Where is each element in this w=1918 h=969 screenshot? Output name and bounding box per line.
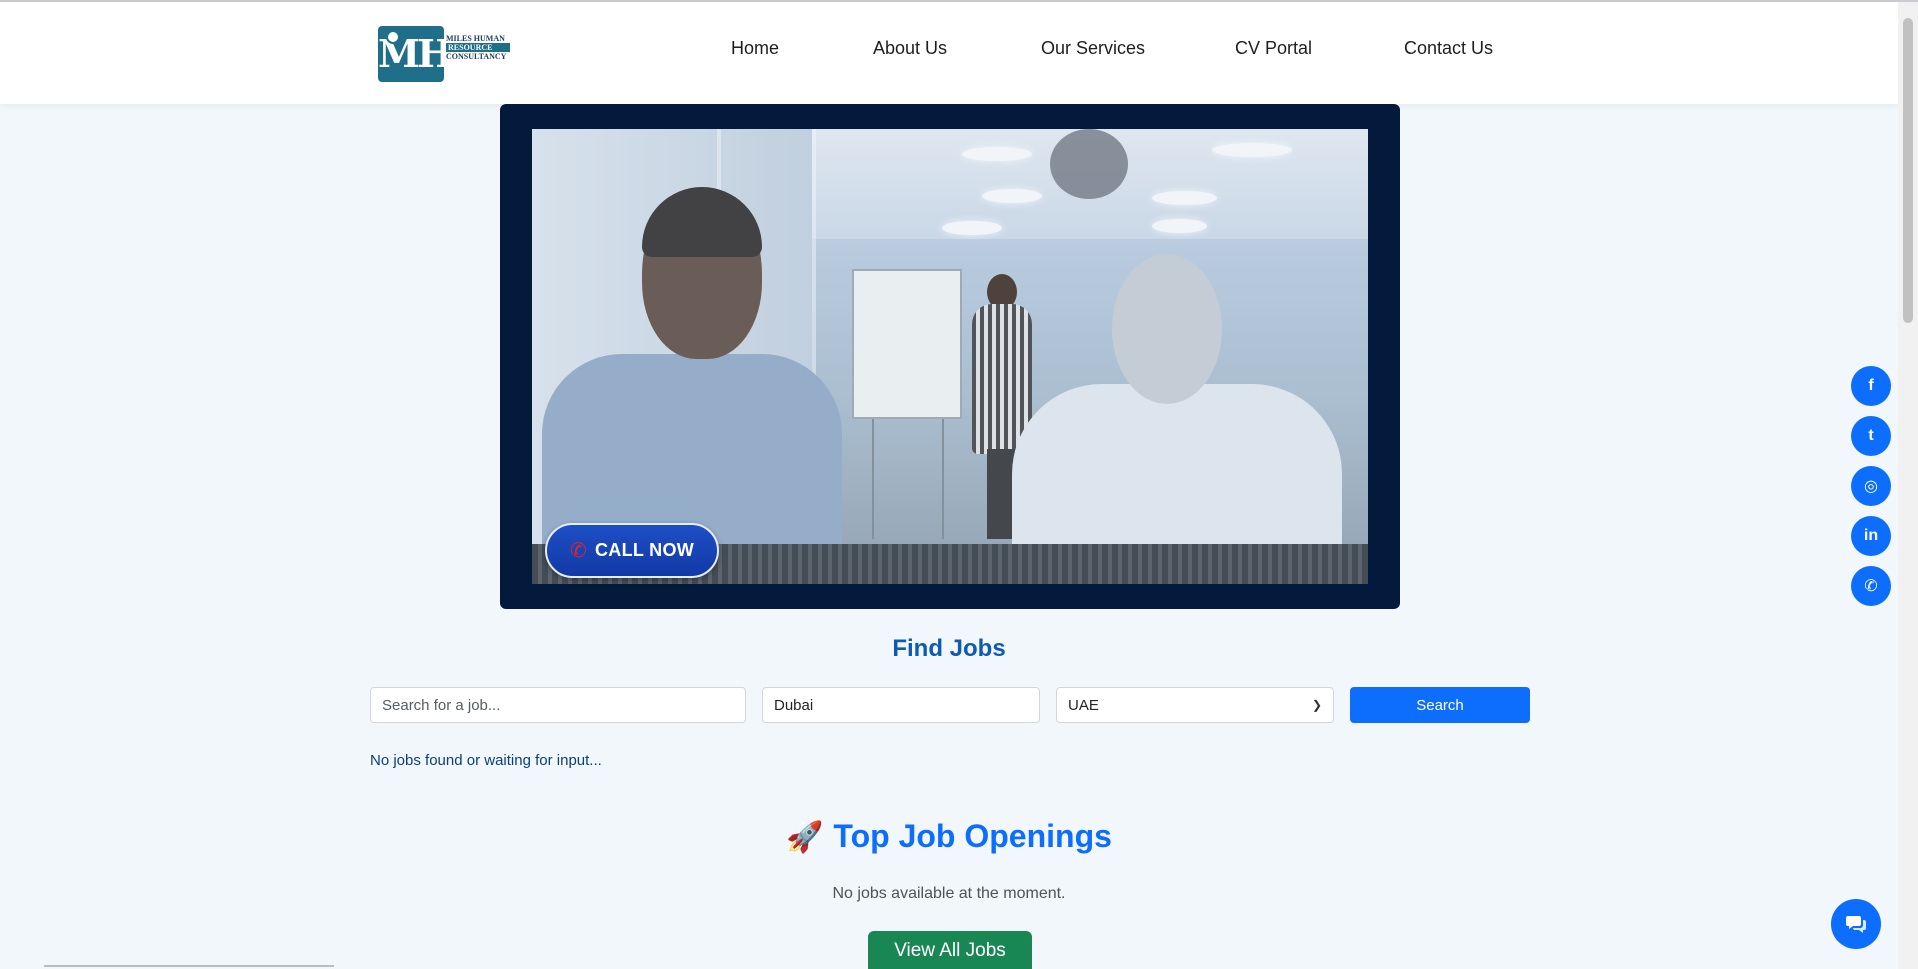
search-button[interactable]: Search: [1350, 687, 1530, 723]
linkedin-icon[interactable]: in: [1851, 516, 1891, 556]
call-now-label: CALL NOW: [595, 540, 695, 560]
video-tint: [532, 129, 1368, 584]
scrollbar-thumb[interactable]: [1903, 18, 1913, 323]
no-jobs-available-message: No jobs available at the moment.: [832, 885, 1066, 902]
top-job-openings-label: Top Job Openings: [833, 818, 1112, 854]
globe-icon: [386, 30, 400, 44]
find-jobs-title: Find Jobs: [892, 635, 1006, 662]
nav-about-us[interactable]: About Us: [873, 38, 947, 59]
chat-bubble-icon: [1846, 916, 1866, 933]
logo-line-2: RESOURCE: [446, 43, 510, 52]
nav-our-services[interactable]: Our Services: [1041, 38, 1145, 59]
country-select[interactable]: UAE ❯: [1056, 687, 1334, 723]
phone-icon: ✆: [569, 539, 587, 562]
hero-video[interactable]: [532, 129, 1368, 584]
twitter-icon[interactable]: t: [1851, 416, 1891, 456]
logo-wordmark: MILES HUMAN RESOURCE CONSULTANCY: [446, 34, 510, 61]
country-selected-value: UAE: [1068, 696, 1099, 714]
site-header: MH MILES HUMAN RESOURCE CONSULTANCY Home…: [0, 2, 1898, 104]
top-job-openings-title: 🚀 Top Job Openings: [0, 818, 1898, 855]
chevron-down-icon: ❯: [1311, 698, 1322, 712]
logo-mark: MH: [378, 26, 453, 82]
logo-line-1: MILES HUMAN: [446, 34, 505, 43]
company-logo[interactable]: MH MILES HUMAN RESOURCE CONSULTANCY: [378, 24, 513, 84]
status-bar-line: [44, 965, 334, 967]
chat-button[interactable]: [1831, 899, 1881, 949]
nav-cv-portal[interactable]: CV Portal: [1235, 38, 1312, 59]
call-now-button[interactable]: ✆ CALL NOW: [545, 523, 719, 578]
logo-line-3: CONSULTANCY: [446, 52, 507, 61]
nav-contact-us[interactable]: Contact Us: [1404, 38, 1493, 59]
rocket-icon: 🚀: [786, 821, 824, 854]
nav-home[interactable]: Home: [731, 38, 779, 59]
location-input[interactable]: [762, 687, 1040, 723]
facebook-icon[interactable]: f: [1851, 366, 1891, 406]
job-search-input[interactable]: [370, 687, 746, 723]
view-all-jobs-button[interactable]: View All Jobs: [868, 931, 1032, 969]
whatsapp-icon[interactable]: ✆: [1851, 566, 1891, 606]
instagram-icon[interactable]: ◎: [1851, 466, 1891, 506]
search-status-message: No jobs found or waiting for input...: [370, 752, 602, 769]
